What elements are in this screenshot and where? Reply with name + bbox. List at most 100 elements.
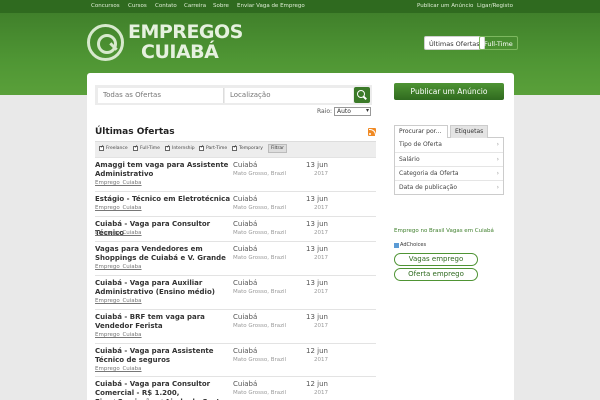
ad-vagas-emprego-button[interactable]: Vagas emprego [394, 253, 478, 266]
radius-select[interactable]: Auto [334, 107, 371, 116]
sidebar-item-tipo-oferta[interactable]: Tipo de Oferta › [395, 138, 503, 152]
topnav-contato[interactable]: Contato [155, 3, 177, 9]
table-row[interactable]: Cuiabá - Vaga para Consultor Comercial -… [95, 376, 376, 400]
job-state: Mato Grosso, Brazil [233, 323, 287, 329]
search-input[interactable] [98, 88, 224, 103]
job-date: 12 jun [306, 347, 328, 355]
job-company[interactable]: Emprego_Cuiaba [95, 230, 142, 236]
job-date: 13 jun [306, 195, 328, 203]
job-city: Cuiabá [233, 347, 258, 355]
job-date: 13 jun [306, 245, 328, 253]
adchoices-icon [394, 242, 399, 248]
job-city: Cuiabá [233, 220, 258, 228]
ad-oferta-emprego-button[interactable]: Oferta emprego [394, 268, 478, 281]
job-company[interactable]: Emprego_Cuiaba [95, 366, 142, 372]
chevron-right-icon: › [496, 156, 499, 163]
filter-part-time[interactable]: Part-Time [199, 144, 227, 151]
magnifier-logo-icon [87, 23, 124, 61]
sidebar-item-categoria[interactable]: Categoria da Oferta › [395, 166, 503, 180]
sidebar-item-data-publicacao[interactable]: Data de publicação › [395, 180, 503, 194]
job-company[interactable]: Emprego_Cuiaba [95, 205, 142, 211]
checkbox-icon[interactable] [165, 144, 170, 151]
chevron-right-icon: › [496, 141, 499, 148]
topnav-carreira[interactable]: Carreira [184, 3, 206, 9]
job-title[interactable]: Cuiabá - Vaga para Auxiliar Administrati… [95, 279, 230, 297]
job-city: Cuiabá [233, 279, 258, 287]
site-logo[interactable]: EMPREGOS CUIABÁ [87, 20, 243, 64]
logo-line-1: EMPREGOS [128, 21, 243, 43]
job-date: 13 jun [306, 161, 328, 169]
job-title[interactable]: Cuiabá - Vaga para Consultor Comercial -… [95, 380, 230, 400]
table-row[interactable]: Vagas para Vendedores em Shoppings de Cu… [95, 241, 376, 275]
checkbox-icon[interactable] [232, 144, 237, 151]
tab-ultimas-ofertas[interactable]: Últimas Ofertas [424, 36, 485, 50]
filter-button[interactable]: Filtrar [268, 144, 287, 153]
job-year: 2017 [314, 323, 328, 329]
topnav-concursos[interactable]: Concursos [91, 3, 120, 9]
location-input[interactable] [225, 88, 353, 103]
topnav-publicar-anuncio[interactable]: Publicar um Anúncio [417, 3, 473, 9]
topnav-sobre[interactable]: Sobre [213, 3, 229, 9]
browse-list: Tipo de Oferta › Salário › Categoria da Of… [394, 138, 504, 195]
table-row[interactable]: Cuiabá - BRF tem vaga para Vendedor Feri… [95, 309, 376, 343]
job-title[interactable]: Estágio - Técnico em Eletrotécnica [95, 195, 235, 204]
job-state: Mato Grosso, Brazil [233, 205, 287, 211]
filter-full-time[interactable]: Full-Time [133, 144, 160, 151]
post-ad-button[interactable]: Publicar um Anúncio [394, 83, 504, 100]
job-year: 2017 [314, 171, 328, 177]
job-state: Mato Grosso, Brazil [233, 357, 287, 363]
topnav-ligar-registo[interactable]: Ligar/Registo [477, 3, 513, 9]
topnav-enviar-vaga[interactable]: Enviar Vaga de Emprego [237, 3, 305, 9]
chevron-right-icon: › [496, 184, 499, 191]
job-state: Mato Grosso, Brazil [233, 171, 287, 177]
search-button[interactable] [354, 87, 370, 103]
adchoices-badge[interactable]: AdChoices [394, 242, 426, 248]
checkbox-icon[interactable] [99, 144, 104, 151]
job-title[interactable]: Vagas para Vendedores em Shoppings de Cu… [95, 245, 230, 263]
checkbox-icon[interactable] [199, 144, 204, 151]
job-company[interactable]: Emprego_Cuiaba [95, 180, 142, 186]
rss-icon[interactable] [368, 128, 376, 136]
job-state: Mato Grosso, Brazil [233, 255, 287, 261]
sidebar-item-salario[interactable]: Salário › [395, 152, 503, 166]
radius-label: Raio: [317, 108, 333, 115]
filter-freelance[interactable]: Freelance [99, 144, 128, 151]
tab-full-time[interactable]: Full-Time [479, 36, 518, 50]
job-city: Cuiabá [233, 195, 258, 203]
job-company[interactable]: Emprego_Cuiaba [95, 264, 142, 270]
topnav-cursos[interactable]: Cursos [128, 3, 147, 9]
tab-procurar-por[interactable]: Procurar por... [394, 125, 448, 138]
job-date: 12 jun [306, 380, 328, 388]
job-date: 13 jun [306, 313, 328, 321]
job-year: 2017 [314, 289, 328, 295]
job-year: 2017 [314, 205, 328, 211]
job-year: 2017 [314, 357, 328, 363]
job-company[interactable]: Emprego_Cuiaba [95, 332, 142, 338]
job-year: 2017 [314, 230, 328, 236]
job-city: Cuiabá [233, 161, 258, 169]
job-date: 13 jun [306, 279, 328, 287]
job-city: Cuiabá [233, 245, 258, 253]
table-row[interactable]: Cuiabá - Vaga para Auxiliar Administrati… [95, 275, 376, 309]
job-title[interactable]: Amaggi tem vaga para Assistente Administ… [95, 161, 230, 179]
checkbox-icon[interactable] [133, 144, 138, 151]
job-state: Mato Grosso, Brazil [233, 289, 287, 295]
table-row[interactable]: Cuiabá - Vaga para Assistente Técnico de… [95, 343, 376, 376]
job-date: 13 jun [306, 220, 328, 228]
job-company[interactable]: Emprego_Cuiaba [95, 298, 142, 304]
chevron-right-icon: › [496, 170, 499, 177]
job-city: Cuiabá [233, 380, 258, 388]
tab-etiquetas[interactable]: Etiquetas [450, 125, 488, 138]
sidebar-ad-link[interactable]: Emprego no Brasil Vagas em Cuiabá [394, 228, 494, 234]
job-title[interactable]: Cuiabá - Vaga para Assistente Técnico de… [95, 347, 230, 365]
job-state: Mato Grosso, Brazil [233, 390, 287, 396]
job-city: Cuiabá [233, 313, 258, 321]
job-title[interactable]: Cuiabá - BRF tem vaga para Vendedor Feri… [95, 313, 230, 331]
job-year: 2017 [314, 255, 328, 261]
logo-line-2: CUIABÁ [141, 41, 219, 63]
filter-temporary[interactable]: Temporary [232, 144, 263, 151]
table-row[interactable]: Estágio - Técnico em Eletrotécnica Empre… [95, 191, 376, 216]
table-row[interactable]: Amaggi tem vaga para Assistente Administ… [95, 157, 376, 191]
filter-internship[interactable]: Internship [165, 144, 195, 151]
table-row[interactable]: Cuiabá - Vaga para Consultor Técnico Emp… [95, 216, 376, 241]
